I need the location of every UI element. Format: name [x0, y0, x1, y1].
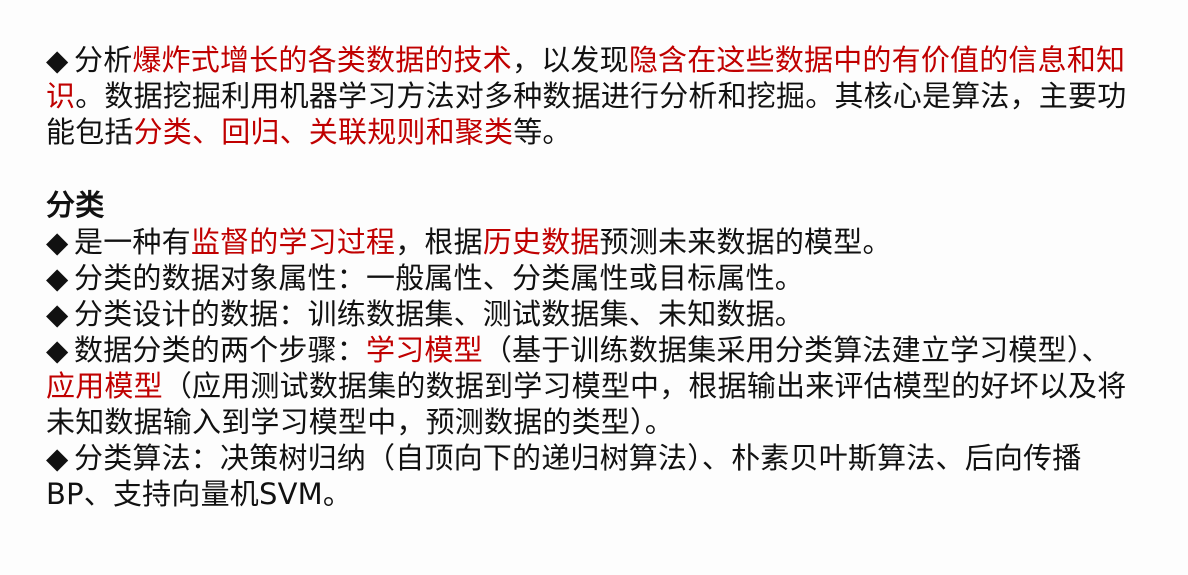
item-0-seg-3: 历史数据 [482, 225, 600, 259]
intro-seg-2: ，以发现 [512, 43, 629, 77]
item-0-seg-0: 是一种有 [74, 225, 191, 259]
list-item: ◆ 分类算法：决策树归纳（自顶向下的递归树算法）、朴素贝叶斯算法、后向传播BP、支… [46, 440, 1138, 512]
bullet-icon: ◆ [46, 43, 69, 77]
list-item: ◆ 数据分类的两个步骤：学习模型（基于训练数据集采用分类算法建立学习模型）、应用模… [46, 332, 1138, 440]
item-3-seg-4: （应用测试数据集的数据到学习模型中，根据输出来评估模型的好坏以及将未知数据输入到… [46, 369, 1127, 439]
bullet-icon: ◆ [46, 261, 69, 295]
intro-seg-1: 爆炸式增长的各类数据的技术 [132, 43, 513, 77]
item-0-seg-2: ，根据 [395, 225, 483, 259]
item-0-seg-4: 预测未来数据的模型。 [599, 225, 892, 259]
list-item: ◆ 分类的数据对象属性：一般属性、分类属性或目标属性。 [46, 260, 1138, 296]
intro-seg-6: 等。 [513, 115, 572, 149]
item-1-seg-0: 分类的数据对象属性：一般属性、分类属性或目标属性。 [74, 261, 805, 295]
item-2-seg-0: 分类设计的数据：训练数据集、测试数据集、未知数据。 [74, 297, 805, 331]
bullet-icon: ◆ [46, 333, 69, 367]
item-4-seg-0: 分类算法：决策树归纳（自顶向下的递归树算法）、朴素贝叶斯算法、后向传播BP、支持… [46, 441, 1082, 511]
intro-seg-0: 分析 [74, 43, 133, 77]
item-3-seg-1: 学习模型 [366, 333, 483, 367]
bullet-icon: ◆ [46, 441, 69, 475]
intro-paragraph: ◆ 分析爆炸式增长的各类数据的技术，以发现隐含在这些数据中的有价值的信息和知识。数… [46, 42, 1138, 150]
item-0-seg-1: 监督的学习过程 [190, 225, 396, 259]
list-item: ◆ 分类设计的数据：训练数据集、测试数据集、未知数据。 [46, 296, 1138, 332]
intro-seg-5: 分类、回归、关联规则和聚类 [133, 115, 514, 149]
list-item: ◆ 是一种有监督的学习过程，根据历史数据预测未来数据的模型。 [46, 224, 1138, 260]
bullet-icon: ◆ [46, 297, 69, 331]
item-3-seg-3: 应用模型 [46, 369, 163, 403]
item-3-seg-2: （基于训练数据集采用分类算法建立学习模型）、 [482, 333, 1111, 367]
item-3-seg-0: 数据分类的两个步骤： [74, 333, 367, 367]
bullet-icon: ◆ [46, 225, 69, 259]
section-heading: 分类 [46, 188, 105, 222]
slide: ◆ 分析爆炸式增长的各类数据的技术，以发现隐含在这些数据中的有价值的信息和知识。数… [0, 0, 1188, 575]
slide-content: ◆ 分析爆炸式增长的各类数据的技术，以发现隐含在这些数据中的有价值的信息和知识。数… [46, 42, 1138, 512]
